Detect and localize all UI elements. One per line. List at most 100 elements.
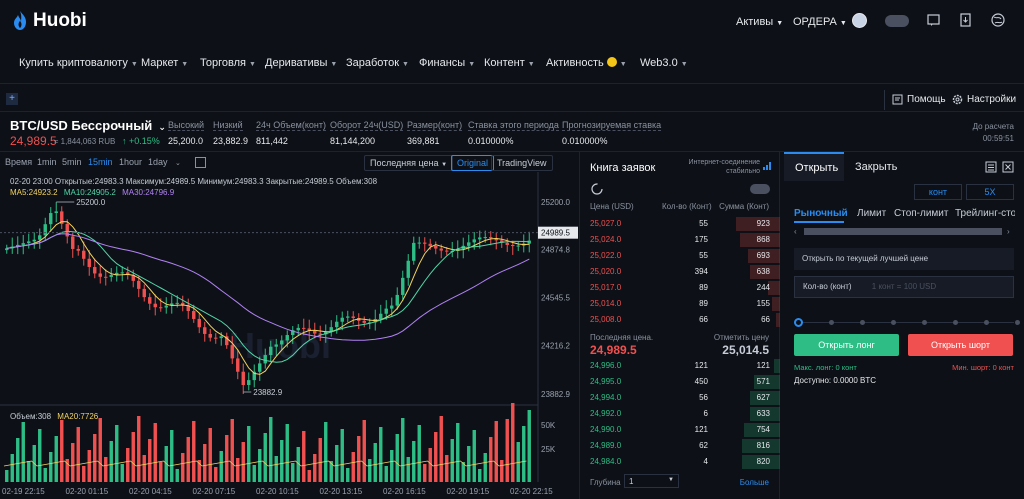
signal-icon — [763, 162, 771, 170]
chart-panel: Время 1min 5min 15min 1hour 1day ⌄ После… — [0, 152, 580, 499]
order-type-trailing[interactable]: Трейлинг-сто — [955, 208, 1015, 219]
nav-item-activity[interactable]: Активность ▼ — [546, 57, 627, 69]
depth-label: Глубина — [590, 478, 621, 487]
price-chart[interactable]: Huobi 25200.023882.925200.024874.824545.… — [0, 172, 580, 499]
ask-row[interactable]: 25,027.0 55 923 — [580, 216, 780, 232]
scroll-left-icon[interactable]: ‹ — [794, 227, 797, 236]
refresh-icon[interactable] — [590, 182, 604, 196]
help-button[interactable]: Помощь — [892, 94, 946, 105]
screenshot-icon[interactable] — [195, 157, 206, 168]
nav-item-web3[interactable]: Web3.0 ▼ — [640, 57, 688, 69]
order-sum: 754 — [756, 425, 770, 434]
ask-row[interactable]: 25,017.0 89 244 — [580, 280, 780, 296]
symbol-selector[interactable]: BTC/USD Бессрочный ⌄ — [10, 118, 166, 133]
price-type-select[interactable]: Последняя цена ▼ — [364, 155, 454, 171]
scrollbar[interactable] — [804, 228, 1002, 235]
volume-bar — [225, 435, 229, 482]
bid-row[interactable]: 24,989.0 62 816 — [580, 438, 780, 454]
order-type-market[interactable]: Рыночный — [794, 208, 848, 219]
bid-row[interactable]: 24,992.0 6 633 — [580, 406, 780, 422]
bid-row[interactable]: 24,990.0 121 754 — [580, 422, 780, 438]
bid-row[interactable]: 24,994.0 56 627 — [580, 390, 780, 406]
volume-bar — [324, 422, 328, 482]
candle-body — [406, 260, 410, 278]
volume-bar — [346, 468, 350, 482]
unit-select[interactable]: конт — [914, 184, 962, 200]
timeframe-1min[interactable]: 1min — [37, 157, 57, 167]
volume-bar — [71, 443, 75, 482]
volume-bar — [126, 448, 130, 482]
close-icon[interactable] — [1002, 161, 1014, 173]
volume-bar — [280, 440, 284, 482]
timeframe-5min[interactable]: 5min — [62, 157, 82, 167]
more-link[interactable]: Больше — [740, 478, 769, 487]
stat-label-funding: Ставка этого периода — [468, 120, 559, 131]
order-type-limit[interactable]: Лимит — [857, 208, 886, 219]
volume-bar — [186, 437, 190, 482]
timeframe-15min[interactable]: 15min — [88, 157, 113, 167]
chevron-down-icon[interactable]: ⌄ — [175, 159, 181, 167]
ask-row[interactable]: 25,020.0 394 638 — [580, 264, 780, 280]
ask-row[interactable]: 25,008.0 66 66 — [580, 312, 780, 328]
depth-select[interactable]: 1 ▼ — [624, 474, 679, 488]
ask-row[interactable]: 25,014.0 89 155 — [580, 296, 780, 312]
avatar[interactable] — [852, 13, 867, 28]
add-tab-icon[interactable]: + — [6, 93, 18, 105]
bid-row[interactable]: 24,984.0 4 820 — [580, 454, 780, 470]
calculator-icon[interactable] — [985, 161, 997, 173]
scroll-right-icon[interactable]: › — [1007, 227, 1010, 236]
nav-item-finance[interactable]: Финансы ▼ — [419, 57, 475, 69]
current-price-tag-label: 24989.5 — [541, 229, 570, 238]
timeframe-1day[interactable]: 1day — [148, 157, 168, 167]
view-tradingview-button[interactable]: TradingView — [491, 155, 553, 171]
open-long-button[interactable]: Открыть лонг — [794, 334, 899, 356]
order-type-stop-limit[interactable]: Стоп-лимит — [894, 208, 948, 219]
nav-item-buy-crypto[interactable]: Купить криптовалюту ▼ — [19, 57, 138, 69]
assets-menu[interactable]: Активы ▼ — [736, 16, 783, 28]
stat-label-predicted: Прогнозируемая ставка — [562, 120, 662, 131]
globe-icon[interactable] — [991, 13, 1005, 27]
orders-menu[interactable]: ОРДЕРА ▼ — [793, 16, 847, 28]
tab-close[interactable]: Закрыть — [855, 161, 897, 173]
ask-row[interactable]: 25,022.0 55 693 — [580, 248, 780, 264]
nav-item-earn[interactable]: Заработок ▼ — [346, 57, 409, 69]
help-label: Помощь — [907, 94, 946, 105]
toggle-icon[interactable] — [750, 184, 770, 194]
time-axis-label: 02-20 07:15 — [193, 487, 236, 496]
time-axis-label: 02-20 01:15 — [66, 487, 109, 496]
candle-body — [208, 333, 212, 338]
price-axis-label: 24874.8 — [541, 245, 570, 254]
volume-bar — [10, 454, 14, 482]
depth-value: 1 — [629, 477, 634, 486]
message-icon[interactable] — [927, 14, 940, 27]
slider-tick — [891, 320, 896, 325]
nav-item-derivatives[interactable]: Деривативы ▼ — [265, 57, 337, 69]
volume-bar — [236, 458, 240, 482]
slider-tick — [922, 320, 927, 325]
leverage-button[interactable]: 5X — [966, 184, 1014, 200]
download-icon[interactable] — [960, 13, 971, 27]
bid-row[interactable]: 24,996.0 121 121 — [580, 358, 780, 374]
order-price: 24,996.0 — [590, 361, 622, 370]
tab-open[interactable]: Открыть — [784, 152, 844, 181]
time-axis-label: 02-20 13:15 — [320, 487, 363, 496]
toggle-icon[interactable] — [885, 15, 909, 27]
timeframe-1hour[interactable]: 1hour — [119, 157, 142, 167]
logo[interactable]: Huobi — [10, 10, 87, 32]
ask-row[interactable]: 25,024.0 175 868 — [580, 232, 780, 248]
bid-row[interactable]: 24,995.0 450 571 — [580, 374, 780, 390]
nav-item-market[interactable]: Маркет ▼ — [141, 57, 188, 69]
settings-button[interactable]: Настройки — [952, 94, 1016, 105]
quantity-field[interactable]: Кол-во (конт) 1 конт = 100 USD — [794, 276, 1014, 298]
candle-body — [412, 242, 416, 261]
nav-item-trade[interactable]: Торговля ▼ — [200, 57, 256, 69]
volume-bar — [357, 436, 361, 482]
time-axis-label: 02-19 22:15 — [2, 487, 45, 496]
nav-item-content[interactable]: Контент ▼ — [484, 57, 535, 69]
candle-body — [483, 237, 487, 239]
view-original-button[interactable]: Original — [451, 155, 495, 171]
order-book-title: Книга заявок — [590, 162, 656, 174]
volume-axis-label: 50K — [541, 421, 556, 430]
open-short-button[interactable]: Открыть шорт — [908, 334, 1013, 356]
price-field[interactable]: Открыть по текущей лучшей цене — [794, 248, 1014, 270]
